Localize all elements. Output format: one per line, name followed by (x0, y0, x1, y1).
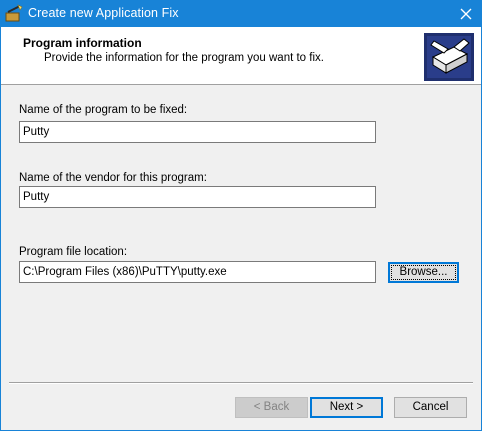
next-button[interactable]: Next > (310, 397, 383, 418)
close-icon (460, 8, 472, 20)
title-bar[interactable]: Create new Application Fix (1, 1, 481, 27)
footer-divider (9, 382, 473, 384)
page-subtitle: Provide the information for the program … (44, 52, 324, 64)
browse-button[interactable]: Browse... (388, 262, 459, 283)
vendor-name-field[interactable] (19, 186, 376, 208)
program-name-label: Name of the program to be fixed: (19, 104, 188, 116)
page-title: Program information (23, 36, 142, 50)
close-button[interactable] (451, 1, 481, 27)
wizard-header: Program information Provide the informat… (1, 27, 481, 85)
browse-label: Browse... (391, 265, 456, 280)
wizard-wand-icon (4, 4, 24, 24)
file-location-field[interactable] (19, 261, 376, 283)
program-name-field[interactable] (19, 121, 376, 143)
application-box-icon (424, 33, 474, 81)
dialog-window: Create new Application Fix Program infor… (0, 0, 482, 431)
cancel-button[interactable]: Cancel (394, 397, 467, 418)
window-title: Create new Application Fix (28, 6, 179, 20)
file-location-label: Program file location: (19, 246, 128, 258)
vendor-name-label: Name of the vendor for this program: (19, 172, 207, 184)
back-button[interactable]: < Back (235, 397, 308, 418)
